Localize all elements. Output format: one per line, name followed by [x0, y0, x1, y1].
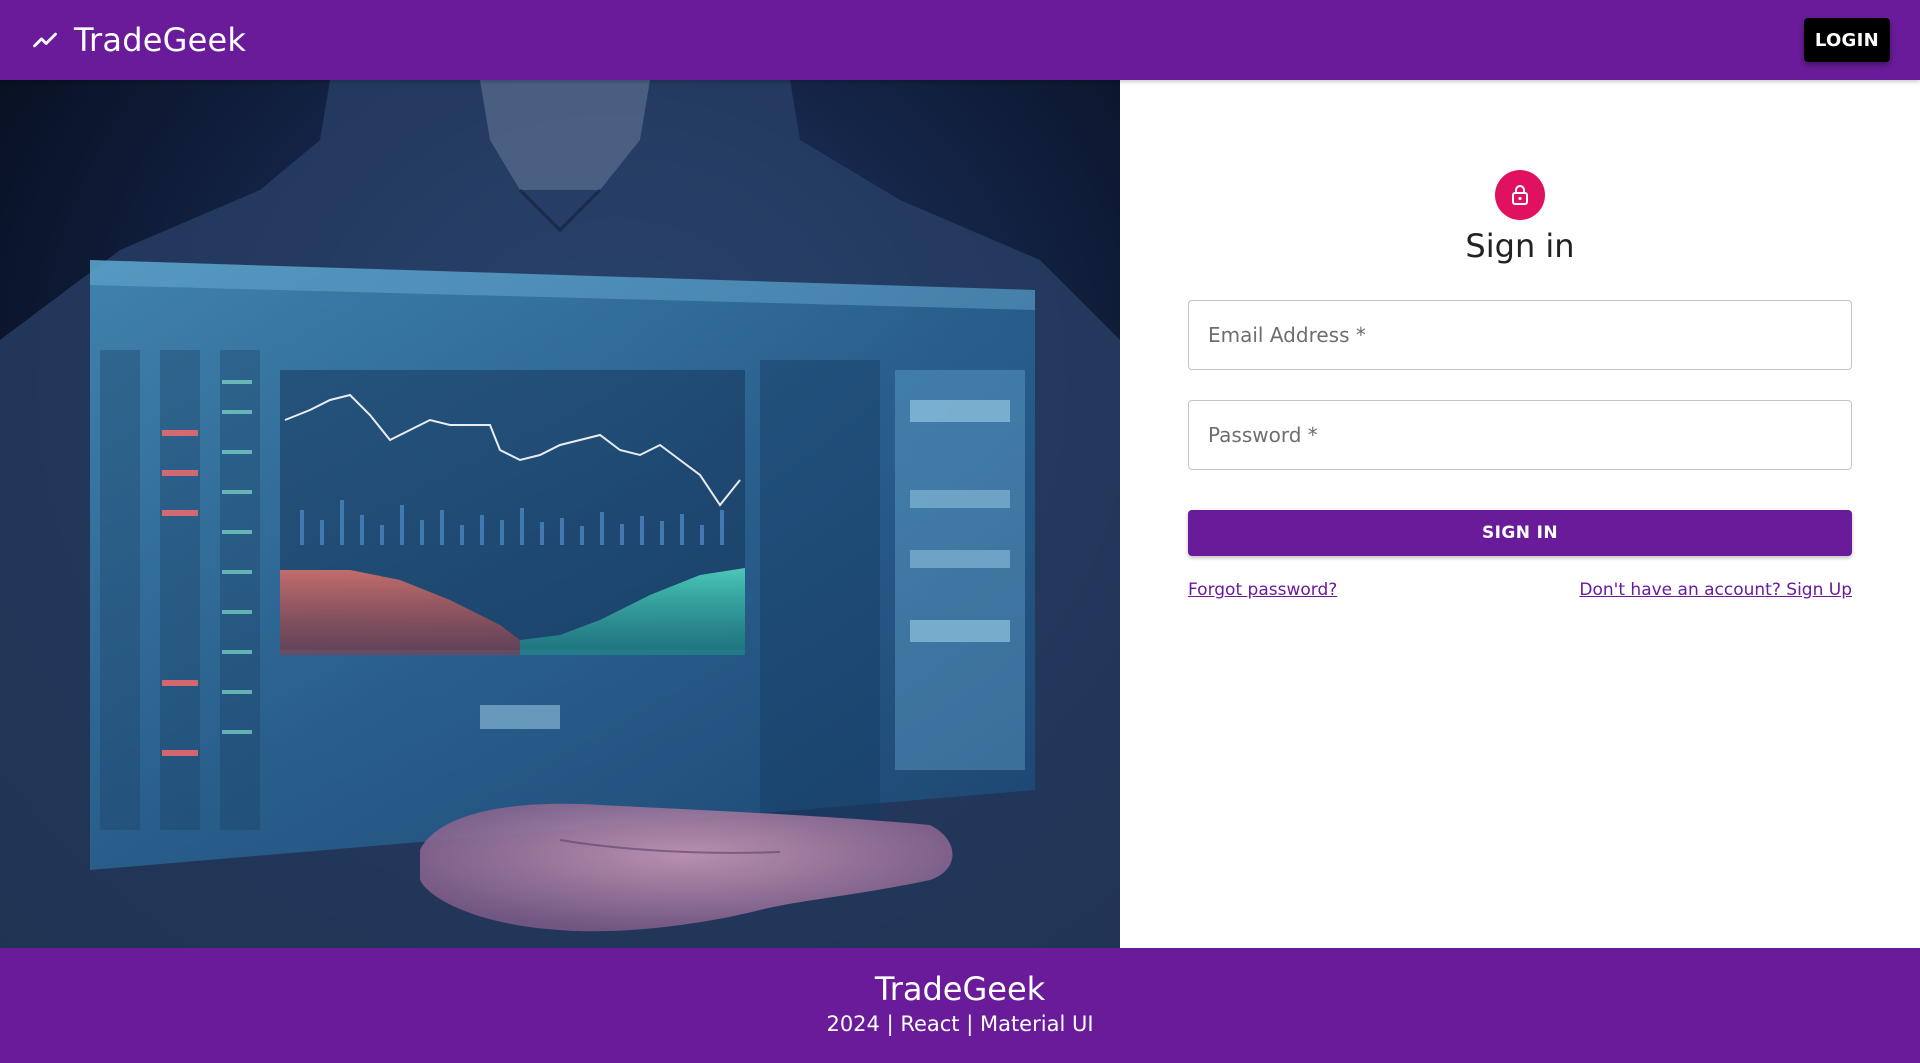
password-field[interactable] [1188, 400, 1852, 470]
password-input[interactable] [1206, 422, 1834, 448]
lock-icon [1495, 170, 1545, 220]
signin-title: Sign in [1465, 227, 1575, 265]
footer: TradeGeek 2024 | React | Material UI [0, 948, 1920, 1063]
brand-title[interactable]: TradeGeek [74, 21, 246, 59]
hero-image [0, 80, 1120, 948]
login-button[interactable]: LOGIN [1803, 18, 1890, 62]
signup-link[interactable]: Don't have an account? Sign Up [1579, 580, 1852, 600]
footer-title: TradeGeek [874, 970, 1046, 1008]
signin-button[interactable]: SIGN IN [1188, 510, 1852, 556]
email-field[interactable] [1188, 300, 1852, 370]
email-input[interactable] [1206, 322, 1834, 348]
trending-up-icon [30, 25, 60, 55]
app-bar: TradeGeek LOGIN [0, 0, 1920, 80]
forgot-password-link[interactable]: Forgot password? [1188, 580, 1337, 600]
footer-subtitle: 2024 | React | Material UI [826, 1012, 1094, 1036]
signin-panel: Sign in SIGN IN Forgot password? Don't h… [1120, 80, 1920, 948]
